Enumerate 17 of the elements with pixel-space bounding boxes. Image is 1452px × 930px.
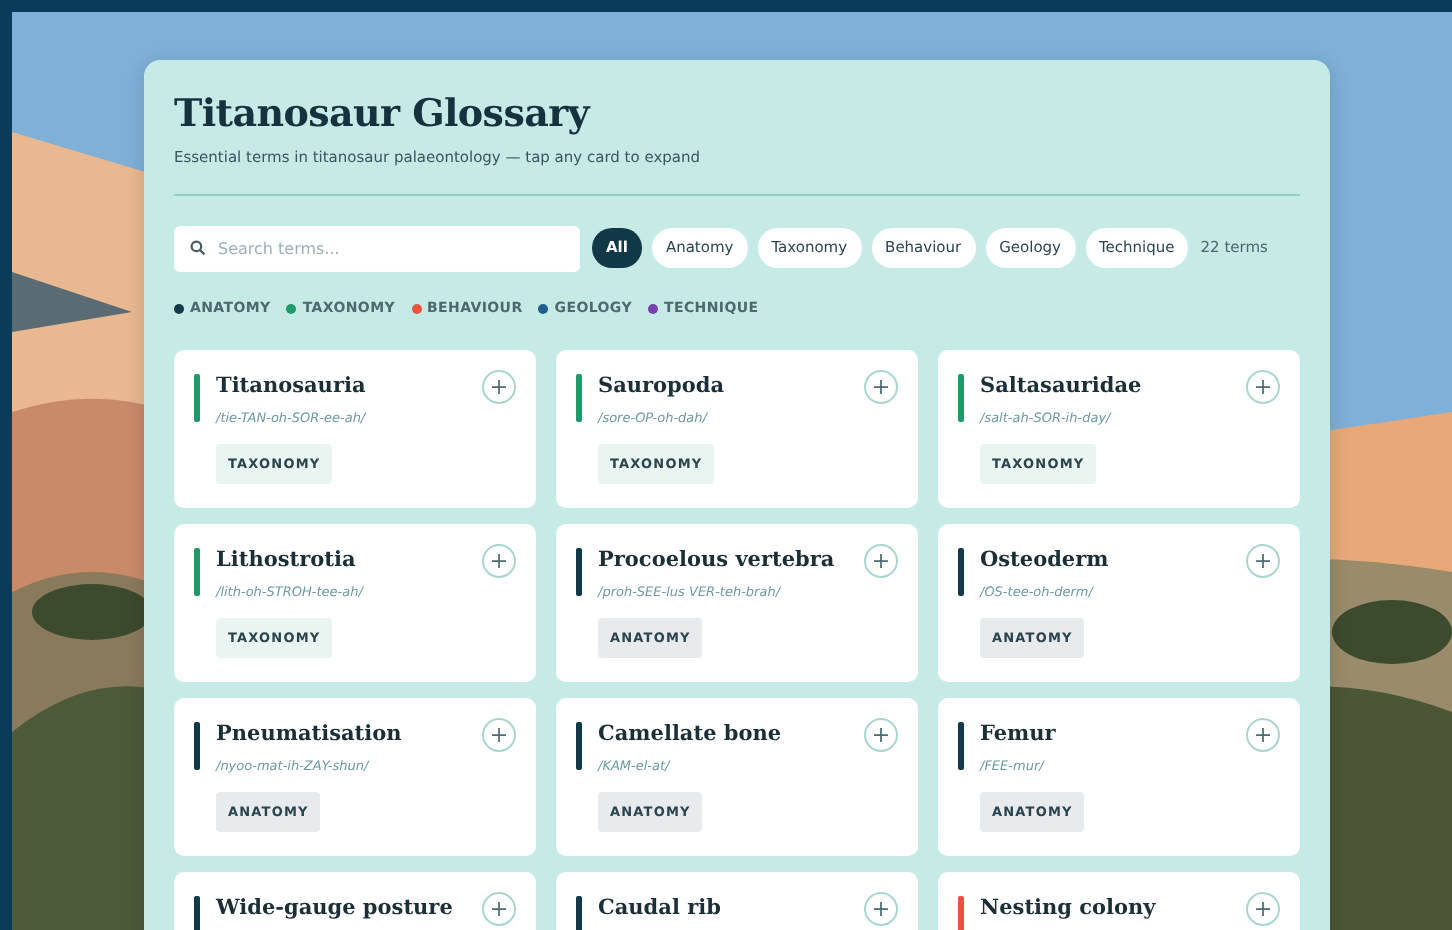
- term-title: Sauropoda: [598, 374, 725, 398]
- term-title: Nesting colony: [980, 896, 1156, 920]
- search-field[interactable]: Search terms...: [174, 226, 580, 272]
- term-title: Procoelous vertebra: [598, 548, 835, 572]
- page-title: Titanosaur Glossary: [174, 92, 593, 136]
- term-card[interactable]: Nesting colony: [938, 872, 1300, 930]
- term-title: Titanosauria: [216, 374, 366, 398]
- term-title: Saltasauridae: [980, 374, 1142, 398]
- term-title: Femur: [980, 722, 1056, 746]
- term-title: Lithostrotia: [216, 548, 356, 572]
- term-title: Pneumatisation: [216, 722, 402, 746]
- term-title: Camellate bone: [598, 722, 782, 746]
- term-title: Caudal rib: [598, 896, 721, 920]
- term-card[interactable]: Caudal rib: [556, 872, 918, 930]
- term-title: Osteoderm: [980, 548, 1109, 572]
- term-card[interactable]: Wide-gauge posture: [174, 872, 536, 930]
- term-title: Wide-gauge posture: [216, 896, 453, 920]
